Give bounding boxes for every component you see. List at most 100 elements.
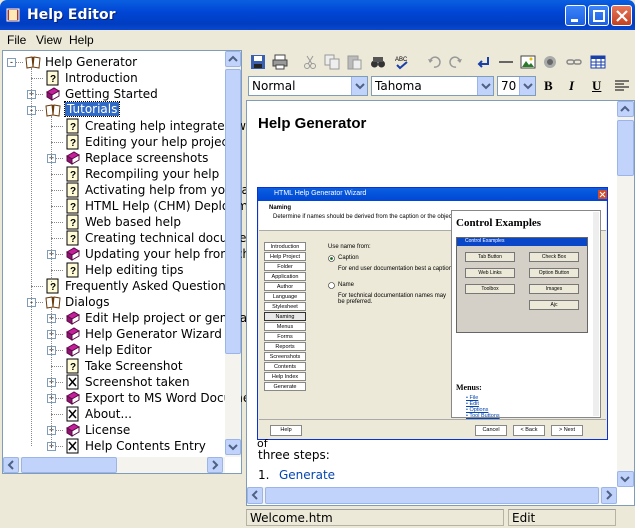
- doc-scroll-right-button[interactable]: [601, 487, 617, 504]
- paste-icon[interactable]: [346, 54, 362, 70]
- tree-item[interactable]: + Replace screenshots: [3, 150, 225, 166]
- tree-item[interactable]: + Help Generator Wizard: [3, 326, 225, 342]
- tree-item[interactable]: + Getting Started: [3, 86, 225, 102]
- tree-item[interactable]: About...: [3, 406, 225, 422]
- panel-example-button: Toolbox: [465, 284, 515, 294]
- size-dropdown-button[interactable]: [519, 77, 535, 95]
- font-dropdown-button[interactable]: [477, 77, 493, 95]
- svg-text:?: ?: [70, 170, 76, 181]
- tree-item[interactable]: + License: [3, 422, 225, 438]
- maximize-button[interactable]: [588, 5, 609, 26]
- italic-button[interactable]: I: [569, 78, 574, 94]
- doc-scroll-thumb[interactable]: [617, 120, 634, 176]
- copy-icon[interactable]: [324, 54, 340, 70]
- underline-button[interactable]: U: [592, 78, 601, 94]
- tree-item[interactable]: ? HTML Help (CHM) Deployme: [3, 198, 255, 214]
- book-closed-icon: [65, 422, 81, 438]
- scroll-right-button[interactable]: [207, 457, 223, 473]
- tree-item[interactable]: - Help Generator: [3, 54, 225, 70]
- help-page-icon: ?: [45, 70, 61, 86]
- arrow-up-icon: [228, 55, 238, 62]
- contents-tree[interactable]: - Help Generator? Introduction + Getting Sta…: [2, 50, 266, 474]
- book-closed-icon: [45, 86, 61, 102]
- menu-view[interactable]: View: [36, 33, 62, 47]
- close-button[interactable]: [611, 5, 632, 26]
- doc-hscroll-thumb[interactable]: [265, 487, 599, 504]
- scroll-thumb[interactable]: [225, 69, 241, 354]
- bold-button[interactable]: B: [544, 78, 553, 94]
- chevron-down-icon: [481, 83, 491, 90]
- tree-item[interactable]: ? Take Screenshot: [3, 358, 225, 374]
- tree-item[interactable]: + Edit Help project or generate: [3, 310, 259, 326]
- tree-item[interactable]: - Tutorials: [3, 101, 225, 118]
- tree-item[interactable]: + Export to MS Word Documer: [3, 390, 255, 406]
- scroll-up-button[interactable]: [225, 51, 241, 67]
- tree-item[interactable]: ? Creating technical documenta: [3, 230, 266, 246]
- document-view[interactable]: Help Generator HTML Help Generator Wizar…: [246, 100, 635, 506]
- tree-horizontal-scrollbar[interactable]: [3, 457, 225, 473]
- undo-icon[interactable]: [426, 54, 442, 70]
- redo-icon[interactable]: [448, 54, 464, 70]
- tree-item[interactable]: ? Activating help from your app: [3, 182, 264, 198]
- doc-scroll-up-button[interactable]: [617, 101, 634, 117]
- generate-link[interactable]: Generate: [279, 468, 335, 482]
- tree-item[interactable]: + Help Contents Entry: [3, 438, 225, 454]
- scroll-down-button[interactable]: [225, 439, 241, 455]
- table-icon[interactable]: [590, 54, 606, 70]
- spellcheck-icon[interactable]: ABC: [394, 54, 410, 70]
- hscroll-thumb[interactable]: [21, 457, 117, 473]
- tree-connector: [51, 142, 63, 143]
- doc-vertical-scrollbar[interactable]: [617, 101, 634, 487]
- screenshot-nav-item: Introduction: [264, 242, 306, 251]
- style-dropdown-button[interactable]: [351, 77, 367, 95]
- print-icon[interactable]: [272, 54, 288, 70]
- book-closed-icon: [65, 150, 81, 166]
- status-file: Welcome.htm: [246, 509, 504, 526]
- align-left-icon[interactable]: [614, 78, 630, 94]
- horizontal-rule-icon[interactable]: [498, 54, 514, 70]
- link-chain-icon[interactable]: [566, 54, 582, 70]
- tree-item[interactable]: ? Creating help integrated with: [3, 118, 262, 134]
- tree-connector: [51, 238, 63, 239]
- tree-item[interactable]: ? Editing your help project: [3, 134, 233, 150]
- arrow-down-icon: [620, 476, 630, 483]
- list-number: 1.: [258, 468, 270, 482]
- doc-horizontal-scrollbar[interactable]: [247, 487, 617, 504]
- book-closed-icon: [65, 246, 81, 262]
- menu-file[interactable]: File: [7, 33, 26, 47]
- option-name-desc: For technical documentation names may be…: [338, 293, 447, 305]
- book-closed-icon: [65, 326, 81, 342]
- collapse-toggle[interactable]: -: [7, 58, 16, 67]
- insert-link-icon[interactable]: [476, 54, 492, 70]
- maximize-icon: [593, 10, 605, 22]
- tree-item-label: Frequently Asked Questions: [65, 279, 232, 293]
- find-icon[interactable]: [370, 54, 386, 70]
- tree-connector: [51, 174, 63, 175]
- screenshot-nav-item: Forms: [264, 332, 306, 341]
- insert-image-icon[interactable]: [520, 54, 536, 70]
- style-select[interactable]: Normal: [248, 76, 368, 96]
- tree-item[interactable]: + Screenshot taken: [3, 374, 225, 390]
- doc-scroll-down-button[interactable]: [617, 471, 634, 487]
- cut-icon[interactable]: [302, 54, 318, 70]
- screenshot-title: HTML Help Generator Wizard: [258, 188, 607, 201]
- font-select[interactable]: Tahoma: [371, 76, 494, 96]
- tree-item[interactable]: ? Web based help: [3, 214, 225, 230]
- menu-help[interactable]: Help: [69, 33, 94, 47]
- tree-item[interactable]: ? Help editing tips: [3, 262, 225, 278]
- size-select[interactable]: 70: [497, 76, 536, 96]
- screenshot-icon[interactable]: [542, 54, 558, 70]
- doc-scroll-left-button[interactable]: [247, 487, 263, 504]
- tree-item[interactable]: + Updating your help from char: [3, 246, 262, 262]
- help-page-icon: ?: [65, 358, 81, 374]
- tree-item[interactable]: ? Recompiling your help: [3, 166, 225, 182]
- tree-item[interactable]: - Dialogs: [3, 294, 225, 310]
- tree-item[interactable]: + Help Editor: [3, 342, 225, 358]
- save-icon[interactable]: [250, 54, 266, 70]
- tree-item[interactable]: ? Frequently Asked Questions: [3, 278, 232, 294]
- svg-text:?: ?: [70, 266, 76, 277]
- minimize-button[interactable]: [565, 5, 586, 26]
- tree-item[interactable]: ? Introduction: [3, 70, 225, 86]
- scroll-left-button[interactable]: [3, 457, 19, 473]
- tree-vertical-scrollbar[interactable]: [225, 51, 241, 457]
